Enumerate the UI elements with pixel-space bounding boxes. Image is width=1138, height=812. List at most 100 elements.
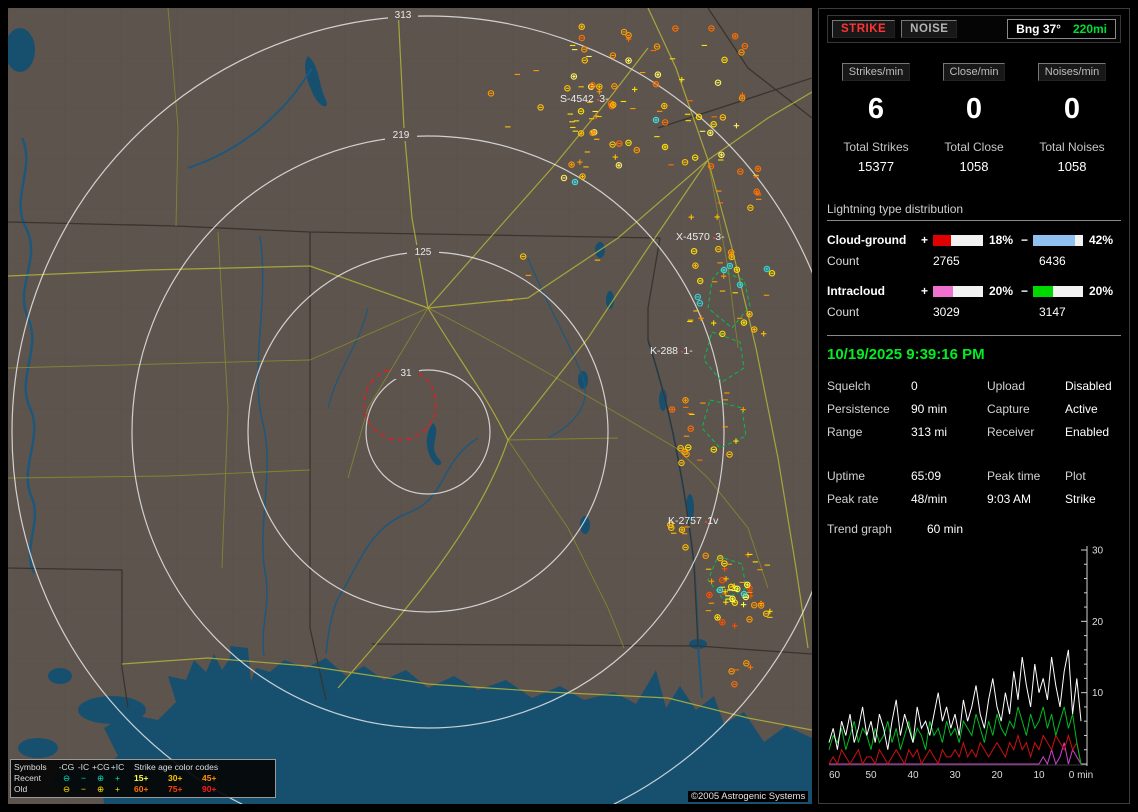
pos-ic-old-icon: + — [109, 784, 126, 795]
ic-plus-count: 3029 — [933, 305, 1039, 319]
ic-minus-pct: 20% — [1089, 284, 1121, 298]
age-45: 45+ — [202, 773, 228, 784]
capture-label: Capture — [987, 402, 1065, 416]
intracloud-row: Intracloud + 20% − 20% — [827, 284, 1121, 298]
legend-col-pos-ic: +IC — [109, 762, 126, 773]
cloud-ground-counts: Count 2765 6436 — [827, 254, 1121, 268]
legend-age-title: Strike age color codes — [134, 762, 218, 773]
svg-text:20: 20 — [1092, 617, 1104, 628]
bearing-range-readout: Bng 37° 220mi — [1007, 19, 1116, 39]
noise-filter-button[interactable]: NOISE — [901, 20, 957, 38]
age-30: 30+ — [168, 773, 194, 784]
close-per-min-value: 0 — [925, 93, 1023, 126]
capture-status: Active — [1065, 402, 1121, 416]
noises-per-min-value: 0 — [1023, 93, 1121, 126]
upload-status: Disabled — [1065, 379, 1121, 393]
rate-stats: Strikes/min 6 Total Strikes 15377 Close/… — [827, 63, 1121, 174]
svg-text:30: 30 — [949, 770, 961, 781]
copyright: ©2005 Astrogenic Systems — [688, 791, 808, 802]
total-strikes-label: Total Strikes — [827, 140, 925, 154]
pos-ic-recent-icon: + — [109, 773, 126, 784]
age-75: 75+ — [168, 784, 194, 795]
plot-mode-value: Strike — [1065, 492, 1121, 506]
peak-time-label: Peak time — [987, 469, 1065, 483]
minus-sign: − — [1021, 233, 1033, 247]
persistence-value: 90 min — [911, 402, 987, 416]
intracloud-counts: Count 3029 3147 — [827, 305, 1121, 319]
noises-per-min-header[interactable]: Noises/min — [1038, 63, 1106, 81]
svg-text:60: 60 — [829, 770, 841, 781]
count-label: Count — [827, 305, 933, 319]
map-legend: Symbols -CG -IC +CG +IC Strike age color… — [10, 759, 276, 798]
cloud-ground-label: Cloud-ground — [827, 233, 921, 247]
age-90: 90+ — [202, 784, 228, 795]
ring-label-313: 313 — [395, 10, 412, 21]
range-value: 220mi — [1073, 22, 1107, 36]
cg-minus-count: 6436 — [1039, 254, 1066, 268]
neg-cg-old-icon: ⊖ — [58, 784, 75, 795]
svg-text:10: 10 — [1033, 770, 1045, 781]
receiver-label: Receiver — [987, 425, 1065, 439]
svg-text:50: 50 — [865, 770, 877, 781]
svg-text:K-288 ▪1-: K-288 ▪1- — [650, 345, 693, 357]
plot-label: Plot — [1065, 469, 1121, 483]
trend-header: Trend graph 60 min — [827, 522, 1121, 536]
total-close-label: Total Close — [925, 140, 1023, 154]
lightning-map[interactable]: 313 219 125 31 S-4542 ▪3-X-4570 ▪3-K-288… — [8, 8, 812, 804]
ic-minus-count: 3147 — [1039, 305, 1066, 319]
map-canvas: 313 219 125 31 S-4542 ▪3-X-4570 ▪3-K-288… — [8, 8, 812, 804]
peak-rate-value: 48/min — [911, 492, 987, 506]
ring-label-31: 31 — [400, 368, 412, 379]
legend-symbols-title: Symbols — [14, 762, 58, 773]
divider — [827, 335, 1121, 336]
bearing-value: Bng 37° — [1016, 22, 1061, 36]
total-close-value: 1058 — [925, 159, 1023, 174]
svg-text:30: 30 — [1092, 546, 1104, 557]
trend-graph: 1020306050403020100 min — [827, 542, 1121, 794]
cg-plus-pct: 18% — [989, 233, 1021, 247]
legend-col-neg-ic: -IC — [75, 762, 92, 773]
cg-plus-count: 2765 — [933, 254, 1039, 268]
squelch-label: Squelch — [827, 379, 911, 393]
uptime-value: 65:09 — [911, 469, 987, 483]
range-setting-value: 313 mi — [911, 425, 987, 439]
legend-row-recent: Recent — [14, 773, 58, 784]
noises-per-min: Noises/min 0 Total Noises 1058 — [1023, 63, 1121, 174]
strikes-per-min-value: 6 — [827, 93, 925, 126]
app-window: 313 219 125 31 S-4542 ▪3-X-4570 ▪3-K-288… — [0, 0, 1138, 812]
svg-text:X-4570 ▪3-: X-4570 ▪3- — [676, 231, 725, 243]
svg-text:20: 20 — [991, 770, 1003, 781]
svg-text:S-4542 ▪3-: S-4542 ▪3- — [560, 93, 609, 105]
total-strikes-value: 15377 — [827, 159, 925, 174]
legend-col-pos-cg: +CG — [92, 762, 109, 773]
cloud-ground-row: Cloud-ground + 18% − 42% — [827, 233, 1121, 247]
total-noises-label: Total Noises — [1023, 140, 1121, 154]
persistence-label: Persistence — [827, 402, 911, 416]
pos-cg-old-icon: ⊕ — [92, 784, 109, 795]
strike-filter-button[interactable]: STRIKE — [832, 20, 895, 38]
svg-text:40: 40 — [907, 770, 919, 781]
upload-label: Upload — [987, 379, 1065, 393]
legend-row-old: Old — [14, 784, 58, 795]
strikes-per-min: Strikes/min 6 Total Strikes 15377 — [827, 63, 925, 174]
trend-window-value: 60 min — [927, 522, 963, 536]
pos-cg-recent-icon: ⊕ — [92, 773, 109, 784]
ic-minus-bar — [1033, 286, 1083, 297]
intracloud-label: Intracloud — [827, 284, 921, 298]
close-per-min-header[interactable]: Close/min — [943, 63, 1006, 81]
status-grid: Squelch 0 Upload Disabled Persistence 90… — [827, 379, 1121, 439]
plus-sign: + — [921, 284, 933, 298]
strikes-per-min-header[interactable]: Strikes/min — [842, 63, 910, 81]
panel-top-bar: STRIKE NOISE Bng 37° 220mi — [827, 15, 1121, 43]
current-datetime: 10/19/2025 9:39:16 PM — [827, 346, 1121, 363]
control-panel: STRIKE NOISE Bng 37° 220mi Strikes/min 6… — [818, 8, 1130, 804]
neg-cg-recent-icon: ⊖ — [58, 773, 75, 784]
minus-sign: − — [1021, 284, 1033, 298]
peak-rate-label: Peak rate — [827, 492, 911, 506]
range-label: Range — [827, 425, 911, 439]
total-noises-value: 1058 — [1023, 159, 1121, 174]
ring-label-219: 219 — [393, 130, 410, 141]
uptime-grid: Uptime 65:09 Peak time Plot Peak rate 48… — [827, 469, 1121, 506]
trend-graph-label: Trend graph — [827, 522, 927, 536]
uptime-label: Uptime — [827, 469, 911, 483]
